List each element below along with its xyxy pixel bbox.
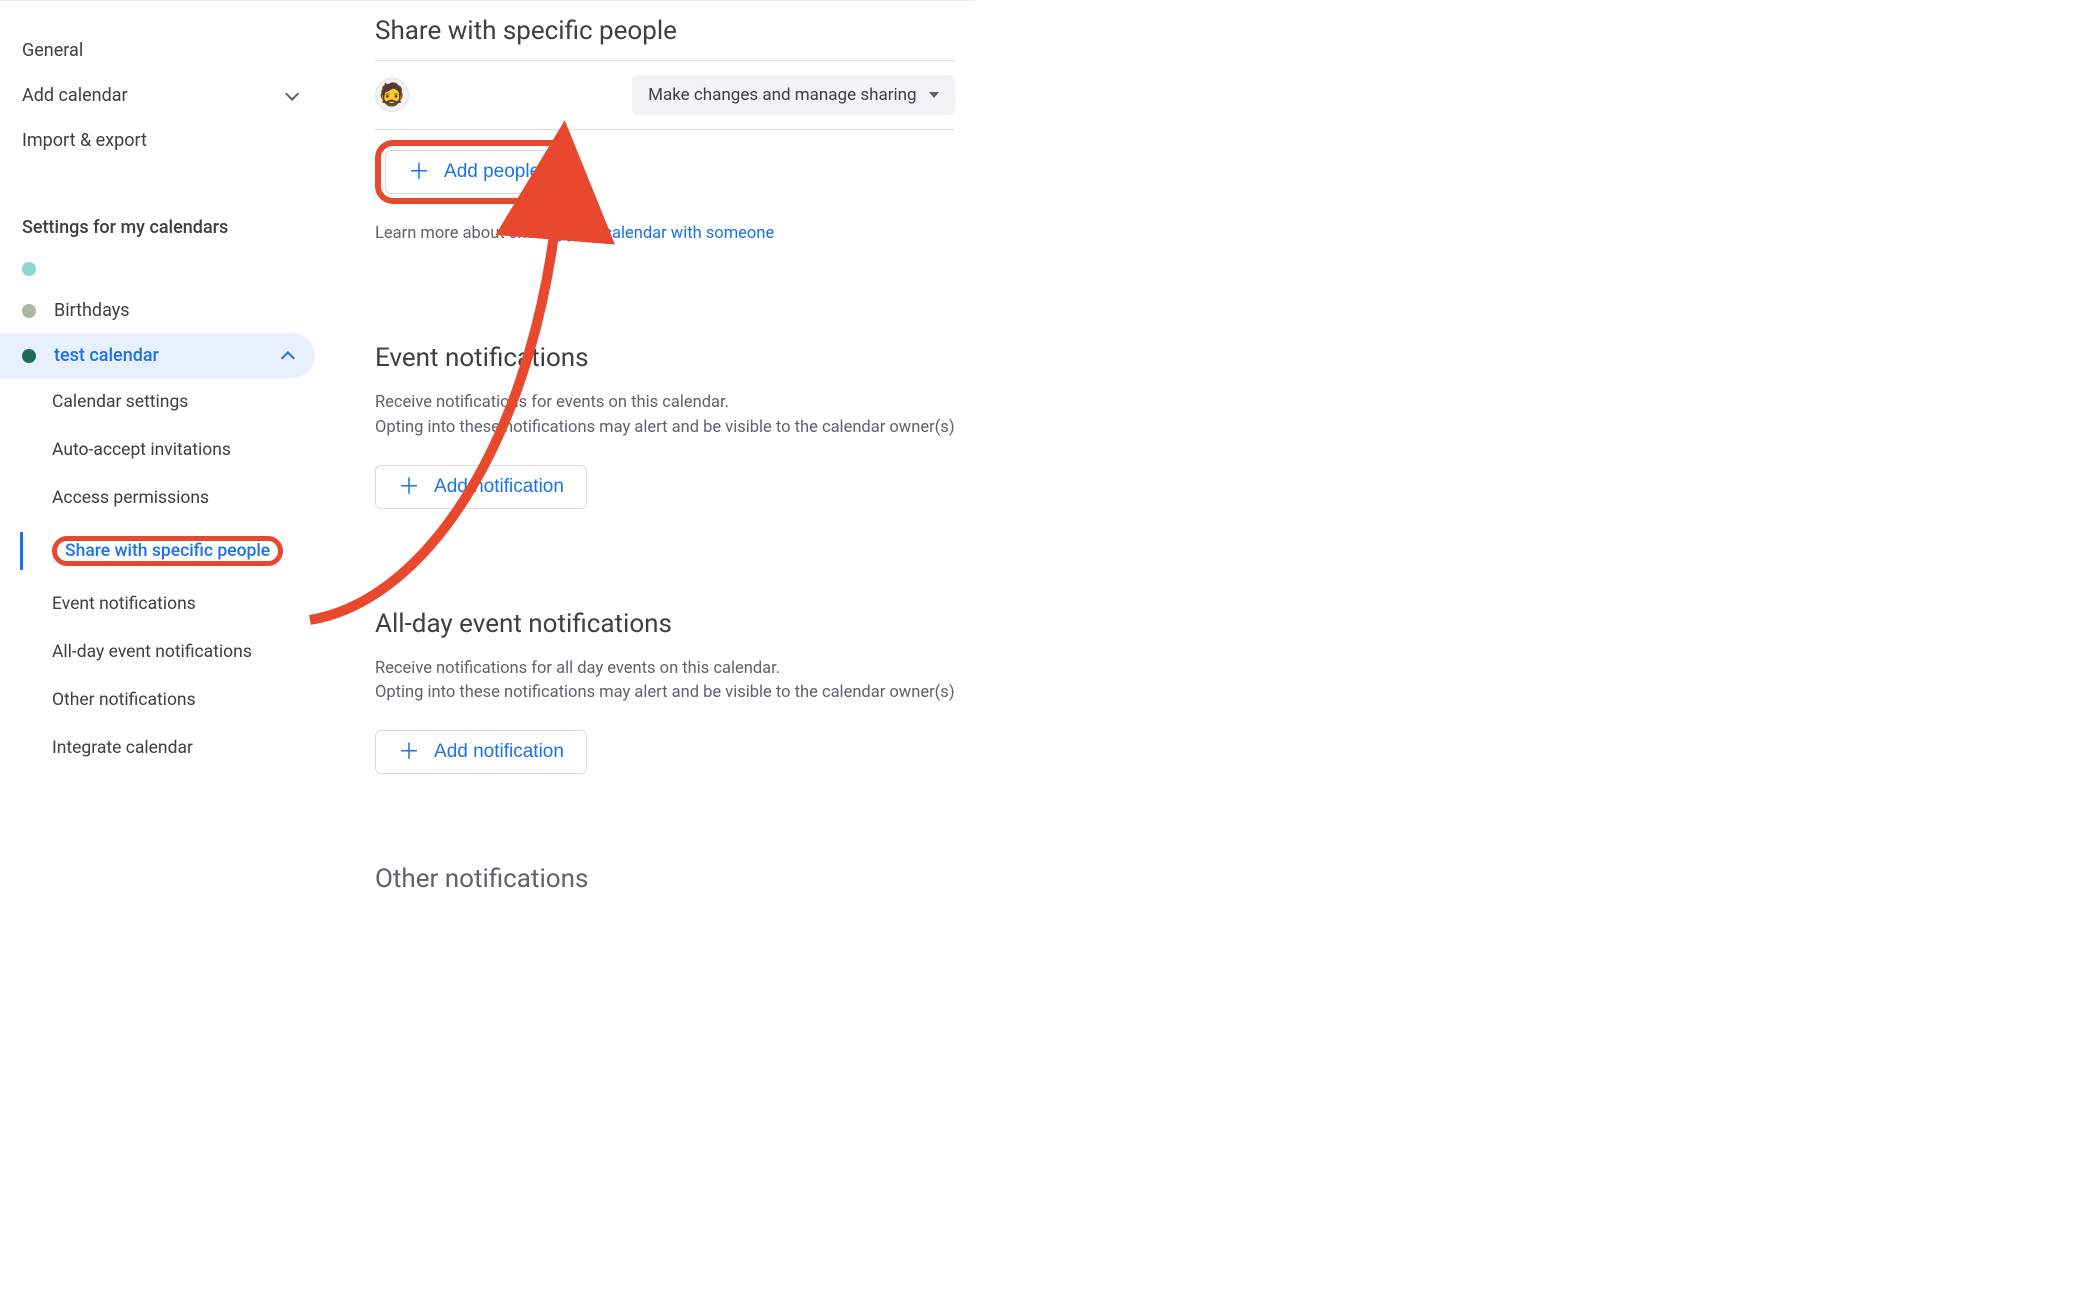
subnav-label: Access permissions: [52, 488, 209, 508]
add-notification-button[interactable]: ＋ Add notification: [375, 730, 587, 774]
calendar-item-test-calendar[interactable]: test calendar: [0, 333, 315, 378]
share-section-title: Share with specific people: [375, 16, 955, 46]
sidebar-item-add-calendar[interactable]: Add calendar: [0, 73, 315, 118]
subnav-label: Event notifications: [52, 594, 196, 614]
share-person-row: 🧔 Make changes and manage sharing: [375, 61, 955, 129]
learn-more-line: Learn more about sharing your calendar w…: [375, 224, 955, 243]
event-notifications-section: Event notifications Receive notification…: [375, 343, 955, 509]
subnav-share-specific-people[interactable]: Share with specific people: [22, 522, 315, 580]
divider: [375, 129, 955, 130]
subnav-label: Other notifications: [52, 690, 196, 710]
calendar-item-unnamed[interactable]: [0, 250, 315, 288]
button-label: Add people: [444, 161, 540, 183]
subnav-label: Share with specific people: [65, 541, 270, 561]
subnav-label: Integrate calendar: [52, 738, 193, 758]
subnav-label: Calendar settings: [52, 392, 188, 412]
sidebar-item-general[interactable]: General: [0, 28, 315, 73]
subnav-event-notifications[interactable]: Event notifications: [22, 580, 315, 628]
section-title: All-day event notifications: [375, 609, 955, 639]
calendar-color-dot: [22, 304, 36, 318]
subnav-label: Auto-accept invitations: [52, 440, 231, 460]
settings-main: Share with specific people 🧔 Make change…: [315, 0, 975, 908]
sidebar-item-label: General: [22, 40, 83, 61]
add-notification-button[interactable]: ＋ Add notification: [375, 465, 587, 509]
subnav-label: All-day event notifications: [52, 642, 252, 662]
settings-sidebar: General Add calendar Import & export Set…: [0, 0, 315, 908]
calendar-item-label: test calendar: [54, 345, 159, 366]
dropdown-caret-icon: [929, 92, 939, 98]
calendar-subnav: Calendar settings Auto-accept invitation…: [20, 378, 315, 772]
button-label: Add notification: [434, 476, 564, 498]
annotation-highlight-box: Share with specific people: [52, 536, 283, 566]
section-title: Other notifications: [375, 864, 955, 894]
sidebar-item-label: Add calendar: [22, 85, 128, 106]
chevron-down-icon: [285, 85, 295, 106]
section-description: Receive notifications for all day events…: [375, 657, 955, 707]
calendar-item-label: Birthdays: [54, 300, 130, 321]
subnav-access-permissions[interactable]: Access permissions: [22, 474, 315, 522]
subnav-other-notifications[interactable]: Other notifications: [22, 676, 315, 724]
section-description: Receive notifications for events on this…: [375, 391, 955, 441]
sidebar-item-label: Import & export: [22, 130, 147, 151]
other-notifications-section: Other notifications: [375, 864, 955, 894]
subnav-auto-accept[interactable]: Auto-accept invitations: [22, 426, 315, 474]
permission-dropdown[interactable]: Make changes and manage sharing: [632, 75, 954, 115]
subnav-integrate-calendar[interactable]: Integrate calendar: [22, 724, 315, 772]
allday-notifications-section: All-day event notifications Receive noti…: [375, 609, 955, 775]
add-people-button[interactable]: ＋ Add people: [385, 150, 563, 194]
learn-more-link[interactable]: sharing your calendar with someone: [509, 224, 774, 243]
calendar-item-birthdays[interactable]: Birthdays: [0, 288, 315, 333]
permission-label: Make changes and manage sharing: [648, 85, 916, 105]
button-label: Add notification: [434, 741, 564, 763]
calendar-color-dot: [22, 349, 36, 363]
calendar-color-dot: [22, 262, 36, 276]
chevron-up-icon: [285, 345, 295, 366]
subnav-calendar-settings[interactable]: Calendar settings: [22, 378, 315, 426]
section-title: Event notifications: [375, 343, 955, 373]
sidebar-item-import-export[interactable]: Import & export: [0, 118, 315, 163]
subnav-all-day-notifications[interactable]: All-day event notifications: [22, 628, 315, 676]
sidebar-header-my-calendars: Settings for my calendars: [0, 205, 315, 250]
annotation-highlight-box: ＋ Add people: [375, 140, 573, 204]
avatar: 🧔: [375, 78, 409, 112]
